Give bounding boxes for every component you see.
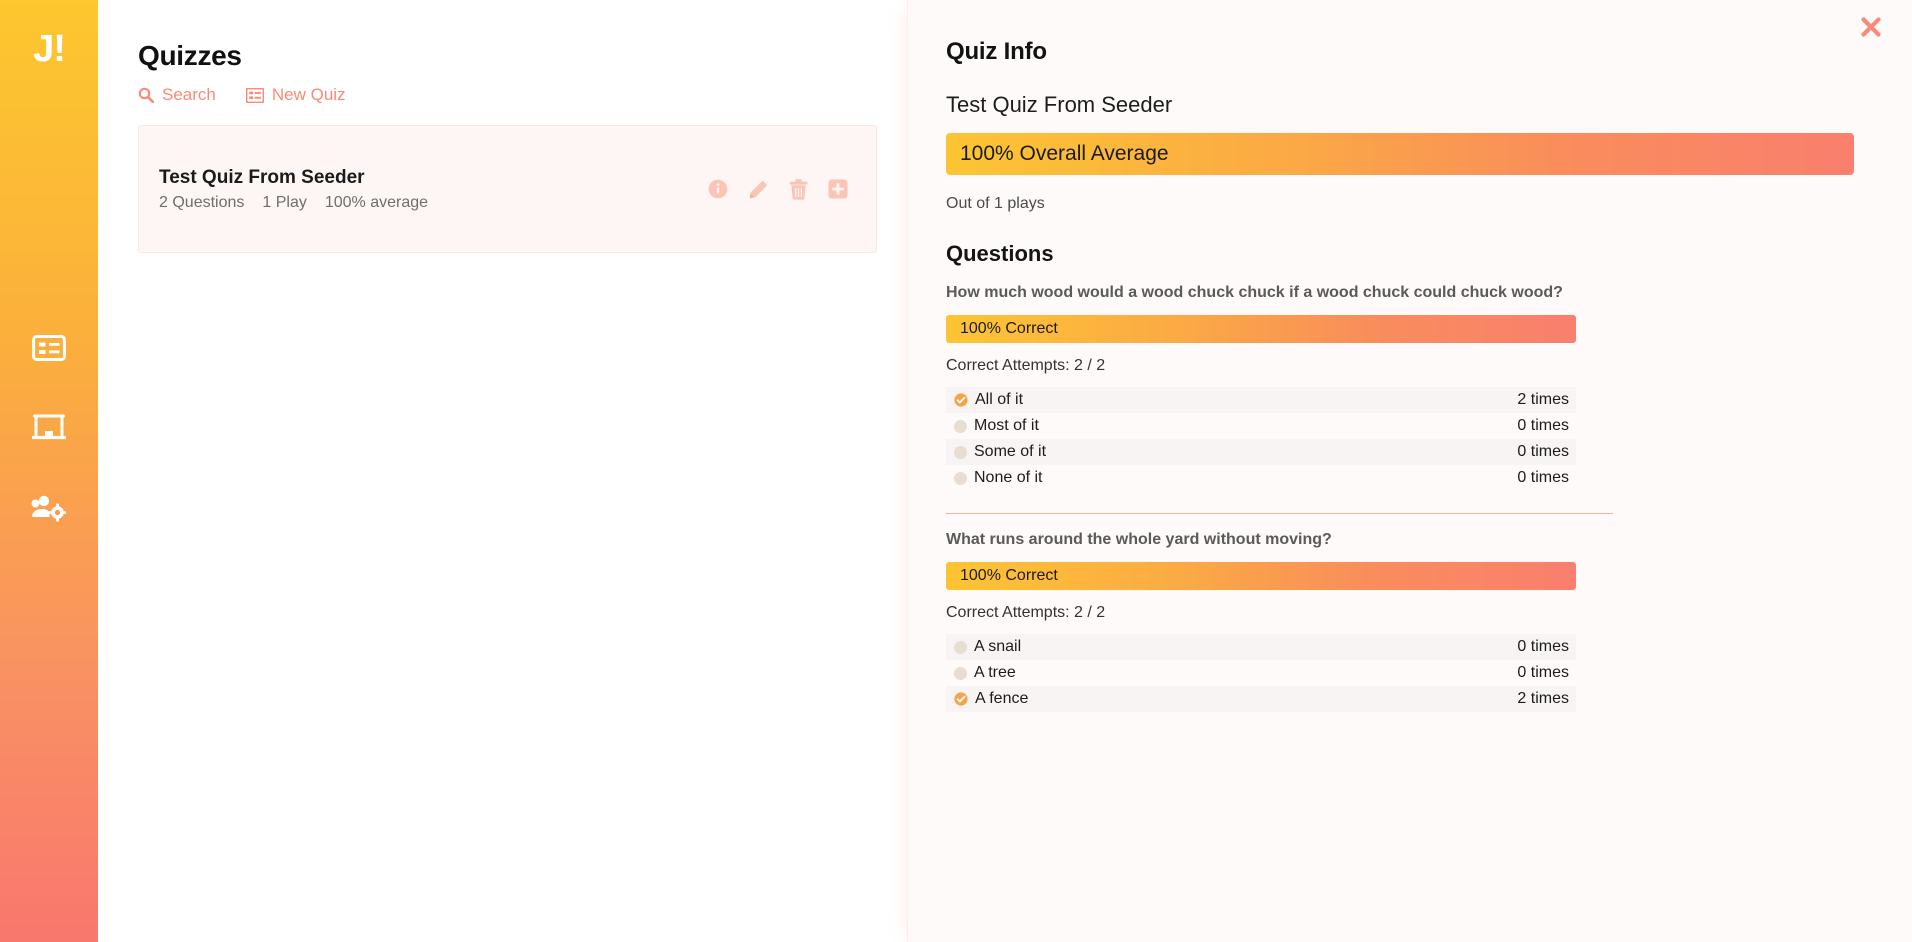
question-correct-bar: 100% Correct: [946, 562, 1576, 590]
users-cog-icon: [31, 494, 67, 522]
quiz-list-item[interactable]: Test Quiz From Seeder 2 Questions 1 Play…: [138, 125, 877, 253]
overall-average-bar: 100% Overall Average: [946, 133, 1854, 175]
answer-left: Some of it: [954, 443, 1046, 461]
quiz-meta: 2 Questions 1 Play 100% average: [159, 194, 428, 212]
list-alt-icon: [245, 87, 264, 103]
correct-attempts: Correct Attempts: 2 / 2: [946, 357, 1106, 374]
answer-row: All of it 2 times: [946, 387, 1576, 413]
answer-label: Most of it: [974, 417, 1039, 434]
quiz-edit-button[interactable]: [746, 177, 770, 201]
answer-bullet-icon: [954, 666, 967, 680]
question-correct-bar: 100% Correct: [946, 315, 1576, 343]
new-quiz-label: New Quiz: [271, 85, 346, 104]
main-content: Quizzes Search New Quiz Test Quiz From S…: [98, 0, 907, 942]
sidebar-nav: [27, 326, 71, 530]
answer-label: Some of it: [974, 443, 1047, 460]
brand-logo[interactable]: J!: [33, 22, 66, 76]
answer-row: Most of it 0 times: [946, 413, 1576, 439]
content-inner: Quizzes Search New Quiz Test Quiz From S…: [98, 40, 907, 253]
question-divider: [946, 513, 1613, 514]
panel-quiz-name: Test Quiz From Seeder: [946, 92, 1173, 117]
answer-left: A tree: [954, 664, 1016, 682]
plays-text: Out of 1 plays: [946, 195, 1045, 212]
quiz-play-count: 1 Play: [262, 193, 307, 211]
trash-icon: [789, 178, 808, 200]
answer-label: A tree: [974, 664, 1016, 681]
quiz-delete-button[interactable]: [786, 177, 810, 201]
quiz-card-text: Test Quiz From Seeder 2 Questions 1 Play…: [159, 167, 428, 212]
question-text: How much wood would a wood chuck chuck i…: [946, 284, 1563, 301]
answer-label: A fence: [975, 690, 1029, 707]
answer-left: A fence: [954, 690, 1028, 708]
quiz-add-button[interactable]: [826, 177, 850, 201]
sidebar-item-quizzes[interactable]: [27, 326, 71, 370]
quiz-info-button[interactable]: [706, 177, 730, 201]
answer-bullet-icon: [954, 471, 967, 485]
sidebar-item-presentations[interactable]: [27, 406, 71, 450]
answer-left: Most of it: [954, 417, 1039, 435]
answer-list: A snail 0 times A tree 0 times A fence 2 time…: [946, 634, 1576, 712]
close-icon: [1859, 15, 1883, 44]
answer-list: All of it 2 times Most of it 0 times Some of…: [946, 387, 1576, 491]
search-button[interactable]: Search: [138, 85, 216, 105]
search-icon: [138, 87, 154, 103]
questions-heading: Questions: [946, 241, 1054, 266]
answer-row: A snail 0 times: [946, 634, 1576, 660]
answer-count: 0 times: [1517, 638, 1569, 655]
info-circle-icon: [708, 179, 728, 199]
quiz-question-count: 2 Questions: [159, 193, 245, 211]
answer-row: A fence 2 times: [946, 686, 1576, 712]
pencil-icon: [748, 179, 769, 200]
answer-count: 0 times: [1517, 664, 1569, 681]
panel-title: Quiz Info: [946, 38, 1047, 65]
answer-left: All of it: [954, 391, 1023, 409]
answer-count: 0 times: [1517, 417, 1569, 434]
answer-count: 0 times: [1517, 469, 1569, 486]
content-toolbar: Search New Quiz: [138, 85, 877, 105]
question-text: What runs around the whole yard without …: [946, 531, 1332, 548]
close-button[interactable]: [1856, 14, 1886, 44]
answer-bullet-icon: [954, 419, 967, 433]
answer-row: A tree 0 times: [946, 660, 1576, 686]
sidebar: J!: [0, 0, 98, 942]
check-circle-icon: [954, 692, 968, 706]
quiz-average: 100% average: [324, 193, 429, 211]
chalkboard-icon: [32, 413, 66, 443]
new-quiz-button[interactable]: New Quiz: [245, 85, 346, 105]
list-alt-icon: [32, 334, 66, 362]
search-label: Search: [162, 85, 216, 104]
sidebar-item-users[interactable]: [27, 486, 71, 530]
answer-row: None of it 0 times: [946, 465, 1576, 491]
question-block: How much wood would a wood chuck chuck i…: [946, 283, 1854, 491]
answer-row: Some of it 0 times: [946, 439, 1576, 465]
quiz-card-actions: [706, 177, 850, 201]
plus-square-icon: [828, 179, 848, 199]
answer-label: All of it: [975, 391, 1024, 408]
answer-label: A snail: [974, 638, 1022, 655]
answer-count: 2 times: [1517, 690, 1569, 707]
quiz-info-panel: Quiz Info Test Quiz From Seeder 100% Ove…: [907, 0, 1912, 942]
answer-count: 0 times: [1517, 443, 1569, 460]
answer-label: None of it: [974, 469, 1043, 486]
question-block: What runs around the whole yard without …: [946, 530, 1854, 712]
quiz-title: Test Quiz From Seeder: [159, 166, 365, 188]
page-title: Quizzes: [138, 40, 242, 71]
answer-left: A snail: [954, 638, 1021, 656]
answer-bullet-icon: [954, 640, 967, 654]
answer-left: None of it: [954, 469, 1042, 487]
correct-attempts: Correct Attempts: 2 / 2: [946, 604, 1106, 621]
questions-container: How much wood would a wood chuck chuck i…: [946, 283, 1854, 712]
app-root: J! Quizzes Search New Quiz Test Quiz Fro…: [0, 0, 1912, 942]
answer-bullet-icon: [954, 445, 967, 459]
answer-count: 2 times: [1517, 391, 1569, 408]
check-circle-icon: [954, 393, 968, 407]
